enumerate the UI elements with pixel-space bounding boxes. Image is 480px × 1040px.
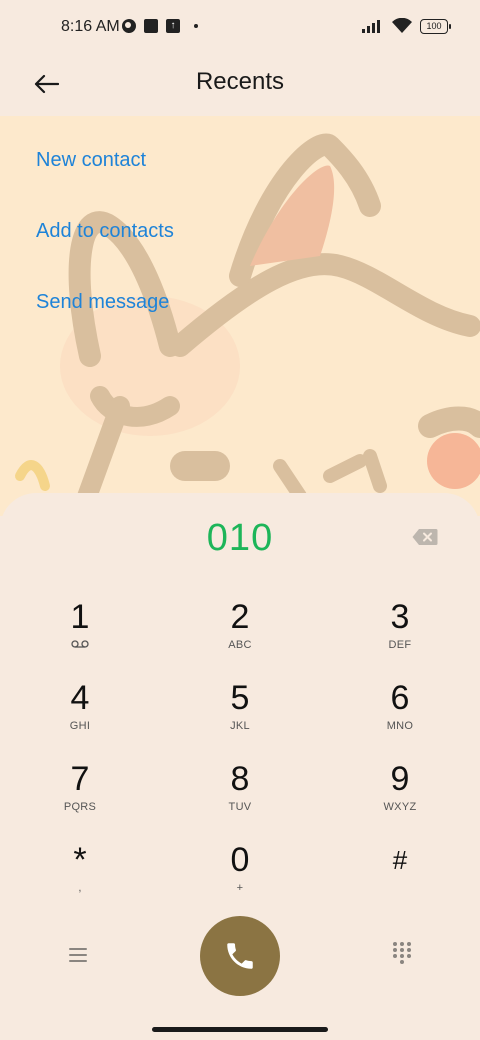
square-notification-icon <box>144 19 158 33</box>
key-letters: MNO <box>386 720 414 732</box>
status-right: 100 <box>362 18 451 34</box>
dialer-bottom-row <box>0 913 480 1003</box>
backspace-icon <box>412 529 438 545</box>
upload-icon: ↑ <box>166 19 180 33</box>
key-9[interactable]: 9 WXYZ <box>340 759 460 829</box>
dialpad-icon <box>393 942 411 964</box>
call-button[interactable] <box>200 916 280 996</box>
dialed-number: 010 <box>206 517 274 559</box>
key-digit: 0 <box>230 841 250 879</box>
key-digit: 7 <box>70 760 90 798</box>
key-letters: TUV <box>228 801 252 813</box>
signal-icon <box>362 20 380 33</box>
key-digit: 2 <box>230 598 250 636</box>
dialpad-panel: 010 1 2 ABC 3 DEF 4 GHI 5 JKL 6 MNO 7 PQ… <box>0 493 480 1040</box>
wifi-icon <box>392 18 412 33</box>
key-2[interactable]: 2 ABC <box>180 597 300 667</box>
send-message-link[interactable]: Send message <box>36 290 174 361</box>
key-8[interactable]: 8 TUV <box>180 759 300 829</box>
key-digit: # <box>392 845 408 875</box>
keypad-toggle-button[interactable] <box>390 941 414 965</box>
key-digit: * <box>73 841 87 879</box>
key-0[interactable]: 0 + <box>180 840 300 910</box>
key-4[interactable]: 4 GHI <box>20 678 140 748</box>
backspace-button[interactable] <box>412 528 442 548</box>
add-to-contacts-link[interactable]: Add to contacts <box>36 219 174 290</box>
key-digit: 6 <box>390 679 410 717</box>
key-digit: 5 <box>230 679 250 717</box>
battery-icon: 100 <box>420 18 451 34</box>
key-digit: 3 <box>390 598 410 636</box>
app-notification-icon <box>122 19 136 33</box>
key-letters: DEF <box>388 639 412 651</box>
notification-icons: ↑ <box>122 19 198 33</box>
new-contact-link[interactable]: New contact <box>36 148 174 219</box>
key-letters: JKL <box>230 720 250 732</box>
key-digit: 8 <box>230 760 250 798</box>
key-digit: 4 <box>70 679 90 717</box>
app-header: Recents <box>0 56 480 116</box>
key-letters: ABC <box>228 639 252 651</box>
key-3[interactable]: 3 DEF <box>340 597 460 667</box>
key-letters: GHI <box>69 720 91 732</box>
key-letters: WXYZ <box>383 801 417 813</box>
key-letters: + <box>236 882 244 894</box>
key-letters: , <box>78 882 82 894</box>
key-star[interactable]: * , <box>20 840 140 910</box>
contact-actions: New contact Add to contacts Send message <box>36 148 174 361</box>
key-7[interactable]: 7 PQRS <box>20 759 140 829</box>
key-digit: 1 <box>70 598 90 636</box>
key-letters: PQRS <box>63 801 97 813</box>
key-5[interactable]: 5 JKL <box>180 678 300 748</box>
phone-icon <box>227 943 253 969</box>
menu-button[interactable] <box>66 943 90 967</box>
key-digit: 9 <box>390 760 410 798</box>
key-letters <box>340 882 460 894</box>
more-notifications-dot-icon <box>194 24 198 28</box>
key-1[interactable]: 1 <box>20 597 140 667</box>
menu-icon <box>69 948 87 962</box>
key-6[interactable]: 6 MNO <box>340 678 460 748</box>
voicemail-icon <box>71 640 89 648</box>
key-letters <box>20 639 140 651</box>
page-title: Recents <box>195 68 285 95</box>
key-hash[interactable]: # <box>340 840 460 910</box>
home-indicator[interactable] <box>152 1027 328 1032</box>
status-bar: 8:16 AM ↑ 100 <box>0 0 480 56</box>
status-time: 8:16 AM <box>61 18 120 35</box>
